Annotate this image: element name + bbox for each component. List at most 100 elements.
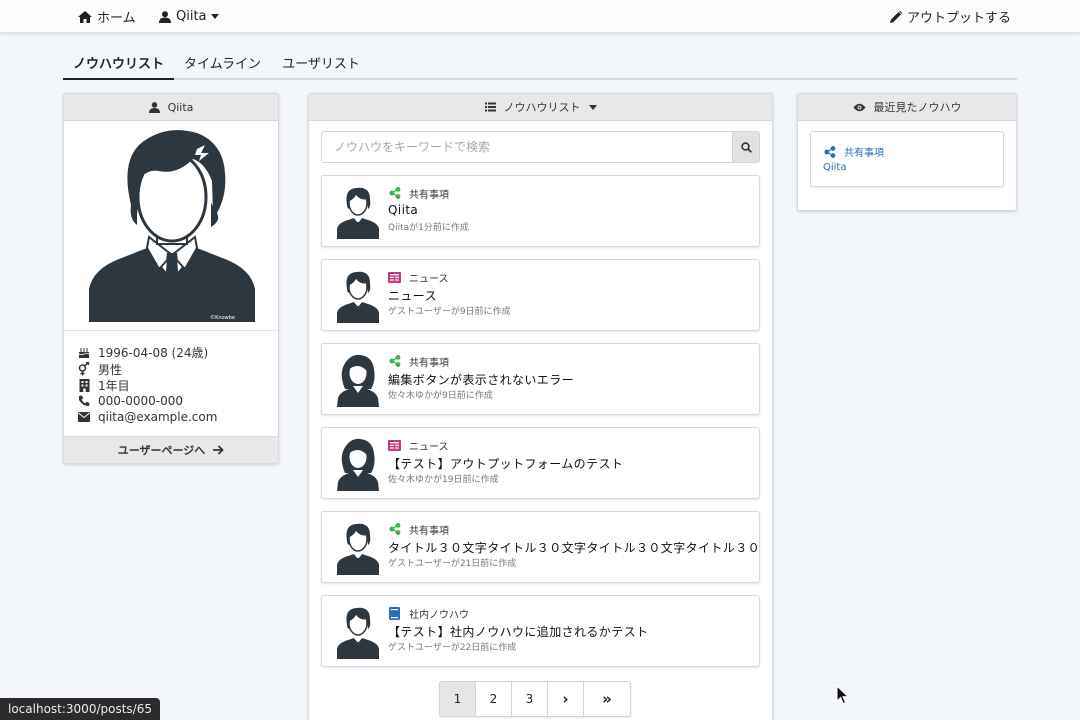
- search-input[interactable]: [321, 131, 733, 163]
- post-category: ニュース: [388, 438, 449, 453]
- post-category-label: 社内ノウハウ: [409, 609, 469, 621]
- post-category: 共有事項: [388, 354, 449, 369]
- pagination: 1 2 3 › »: [439, 681, 631, 717]
- user-menu[interactable]: Qiita: [159, 0, 219, 33]
- knowhow-list-card: ノウハウリスト 共有事項QiitaQiitaが1分前に作成ニュースニュースゲスト…: [308, 93, 773, 720]
- user-page-button[interactable]: ユーザーページへ: [64, 436, 278, 463]
- page-1-button[interactable]: 1: [440, 682, 476, 716]
- home-icon: [78, 10, 92, 23]
- author-avatar: [334, 185, 382, 239]
- recent-item-category: 共有事項: [824, 144, 884, 159]
- author-avatar: [334, 269, 382, 323]
- post-title[interactable]: ニュース: [388, 287, 437, 304]
- double-chevron-right-icon: »: [602, 690, 612, 708]
- post-item[interactable]: 共有事項 Qiita Qiitaが1分前に作成: [321, 175, 760, 247]
- post-category-label: ニュース: [409, 441, 449, 453]
- post-title[interactable]: 編集ボタンが表示されないエラー: [388, 371, 574, 388]
- tab-timeline[interactable]: タイムライン: [174, 46, 271, 78]
- post-category-label: 共有事項: [409, 357, 449, 369]
- gender-row: 男性: [77, 361, 122, 377]
- next-page-button[interactable]: ›: [548, 682, 584, 716]
- author-avatar: [334, 605, 382, 659]
- share-icon: [388, 355, 401, 368]
- page-2-button[interactable]: 2: [476, 682, 512, 716]
- user-icon: [148, 101, 160, 113]
- pencil-icon: [890, 10, 902, 23]
- profile-card-header: Qiita: [64, 94, 278, 121]
- birthday-row: 1996-04-08 (24歳): [77, 344, 208, 360]
- post-title[interactable]: 【テスト】社内ノウハウに追加されるかテスト: [388, 623, 648, 640]
- envelope-icon: [77, 410, 91, 424]
- home-link[interactable]: ホーム: [78, 0, 136, 33]
- post-item[interactable]: 社内ノウハウ【テスト】社内ノウハウに追加されるかテストゲストユーザーが22日前に…: [321, 595, 760, 667]
- recent-item-category-label: 共有事項: [844, 148, 884, 159]
- knowhow-list-header[interactable]: ノウハウリスト: [309, 94, 772, 121]
- share-icon: [388, 523, 401, 536]
- tab-label: ユーザリスト: [282, 56, 360, 72]
- post-title[interactable]: タイトル３０文字タイトル３０文字タイトル３０文字タイトル３０: [388, 539, 760, 556]
- chevron-right-icon: ›: [562, 690, 569, 708]
- post-category: 社内ノウハウ: [388, 606, 469, 621]
- chevron-down-icon: [210, 14, 219, 19]
- arrow-right-icon: [213, 445, 225, 455]
- post-category: 共有事項: [388, 186, 449, 201]
- chevron-down-icon: [588, 104, 597, 110]
- search-icon: [740, 141, 752, 153]
- post-meta: ゲストユーザーが22日前に作成: [388, 643, 517, 653]
- post-title[interactable]: 【テスト】アウトプットフォームのテスト: [388, 455, 623, 472]
- profile-divider: [64, 330, 278, 331]
- recent-item[interactable]: 共有事項 Qiita: [810, 131, 1004, 187]
- profile-card: Qiita ©Knowbe 1996-04-08 (24歳) 男性 1年目 00…: [63, 93, 279, 464]
- post-meta: Qiitaが1分前に作成: [388, 223, 469, 233]
- profile-name: Qiita: [167, 100, 194, 114]
- page-label: 2: [489, 692, 498, 706]
- search-button[interactable]: [732, 131, 760, 163]
- post-meta: 佐々木ゆかが19日前に作成: [388, 475, 499, 485]
- user-page-button-label: ユーザーページへ: [117, 444, 206, 457]
- birthday-value: 1996-04-08 (24歳): [98, 345, 209, 360]
- years-value: 1年目: [98, 378, 130, 393]
- cake-icon: [77, 345, 91, 359]
- post-item[interactable]: 共有事項 編集ボタンが表示されないエラー 佐々木ゆかが9日前に作成: [321, 343, 760, 415]
- post-item[interactable]: ニュース【テスト】アウトプットフォームのテスト佐々木ゆかが19日前に作成: [321, 427, 760, 499]
- list-icon: [484, 102, 496, 112]
- page-3-button[interactable]: 3: [512, 682, 548, 716]
- user-menu-label: Qiita: [176, 9, 207, 24]
- output-label: アウトプットする: [907, 11, 1012, 26]
- post-category-label: 共有事項: [409, 189, 449, 201]
- post-title[interactable]: Qiita: [388, 203, 418, 217]
- phone-value: 000-0000-000: [98, 394, 184, 408]
- gender-value: 男性: [98, 362, 123, 377]
- page-label: 1: [453, 692, 462, 706]
- author-avatar: [334, 437, 382, 491]
- last-page-button[interactable]: »: [584, 682, 630, 716]
- post-category: 共有事項: [388, 522, 449, 537]
- post-item[interactable]: ニュース ニュース ゲストユーザーが9日前に作成: [321, 259, 760, 331]
- recent-knowhow-header: 最近見たノウハウ: [798, 94, 1016, 121]
- tab-label: ノウハウリスト: [72, 56, 164, 72]
- tab-user-list[interactable]: ユーザリスト: [271, 46, 371, 78]
- top-navbar: ホーム Qiita アウトプットする: [0, 0, 1080, 33]
- years-row: 1年目: [77, 377, 130, 393]
- phone-row: 000-0000-000: [77, 393, 183, 409]
- tab-knowhow-list[interactable]: ノウハウリスト: [63, 46, 174, 80]
- building-icon: [77, 378, 91, 392]
- share-icon: [824, 146, 836, 158]
- output-button[interactable]: アウトプットする: [890, 0, 1011, 33]
- eye-icon: [853, 103, 865, 111]
- share-icon: [388, 187, 401, 200]
- email-value: qiita@example.com: [98, 410, 218, 424]
- post-category: ニュース: [388, 270, 449, 285]
- post-meta: ゲストユーザーが21日前に作成: [388, 559, 517, 569]
- author-avatar: [334, 521, 382, 575]
- recent-item-title[interactable]: Qiita: [823, 162, 846, 173]
- knowhow-list-title: ノウハウリスト: [503, 101, 581, 114]
- status-bar-url: localhost:3000/posts/65: [0, 698, 160, 720]
- main-tabs: ノウハウリスト タイムライン ユーザリスト: [63, 46, 1017, 80]
- post-category-label: 共有事項: [409, 525, 449, 537]
- email-row: qiita@example.com: [77, 409, 217, 425]
- post-item[interactable]: 共有事項タイトル３０文字タイトル３０文字タイトル３０文字タイトル３０ ゲストユーザ…: [321, 511, 760, 583]
- newspaper-icon: [388, 271, 401, 284]
- mouse-cursor-icon: [836, 685, 850, 705]
- gender-icon: [77, 362, 91, 376]
